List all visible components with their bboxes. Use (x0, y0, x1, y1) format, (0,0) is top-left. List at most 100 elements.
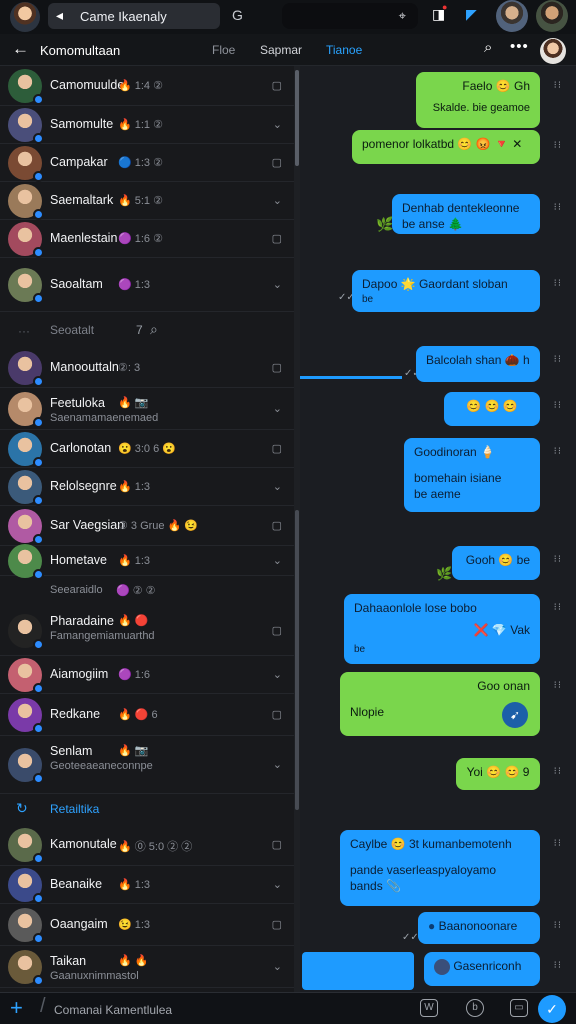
avatar[interactable] (8, 69, 44, 105)
search-icon[interactable]: ⌕ (484, 39, 492, 56)
message-menu-icon[interactable]: ⁝⁝ (554, 680, 562, 691)
chat-icon[interactable]: ▢ (272, 838, 282, 851)
contact-row[interactable]: Hometave 🔥 1:3 ⌄ (0, 544, 294, 580)
play-icon[interactable]: ➹ (502, 702, 528, 728)
avatar[interactable] (8, 146, 44, 182)
scrollbar-thumb[interactable] (295, 510, 299, 810)
message-bubble[interactable]: 😊 😊 😊 (444, 392, 540, 426)
message-bubble[interactable]: ● Baanonoonare (418, 912, 540, 944)
avatar[interactable] (8, 268, 44, 304)
message-menu-icon[interactable]: ⁝⁝ (554, 140, 562, 151)
message-input[interactable]: Comanai Kamentlulea (54, 1003, 172, 1017)
message-menu-icon[interactable]: ⁝⁝ (554, 278, 562, 289)
avatar[interactable] (8, 748, 44, 784)
chat-icon[interactable]: ▢ (272, 918, 282, 931)
friend-avatar[interactable] (536, 0, 568, 32)
avatar[interactable] (8, 544, 44, 580)
message-menu-icon[interactable]: ⁝⁝ (554, 354, 562, 365)
contact-row[interactable]: Carlonotan 😮 3:0 6 😮 ▢ (0, 430, 294, 468)
avatar[interactable] (540, 38, 566, 64)
contact-row[interactable]: Redkane 🔥 🔴 6 ▢ (0, 694, 294, 736)
message-bubble[interactable]: Goodinoran 🍦 bomehain isiane be aeme (404, 438, 540, 512)
send-button[interactable]: ✓ (538, 995, 566, 1023)
avatar[interactable] (8, 351, 44, 387)
add-icon[interactable]: + (10, 995, 23, 1021)
message-bubble[interactable]: Caylbe 😊 3t kumanbemotenh pande vaserlea… (340, 830, 540, 906)
media-placeholder[interactable] (302, 952, 414, 990)
contact-row[interactable]: Kamonutale 🔥 ⓪ 5:0 ② ② ▢ (0, 824, 294, 866)
chat-icon[interactable]: ▢ (272, 708, 282, 721)
chat-icon[interactable]: ▢ (272, 361, 282, 374)
avatar[interactable] (8, 392, 44, 428)
chevron-down-icon[interactable]: ⌄ (273, 118, 282, 131)
message-menu-icon[interactable]: ⁝⁝ (554, 554, 562, 565)
message-bubble[interactable]: Gooh 😊 be (452, 546, 540, 580)
message-menu-icon[interactable]: ⁝⁝ (554, 960, 562, 971)
contact-row[interactable]: Sar Vaegsian ③ 3 Grue 🔥 😉 ▢ (0, 506, 294, 546)
avatar[interactable] (8, 184, 44, 220)
chat-icon[interactable]: ▢ (272, 624, 282, 637)
back-icon[interactable]: ◂ (56, 7, 63, 24)
avatar[interactable] (8, 950, 44, 986)
avatar[interactable] (8, 614, 44, 650)
g-icon[interactable]: G (232, 7, 243, 23)
avatar[interactable] (8, 908, 44, 944)
search-pill[interactable]: ⌖ (282, 3, 418, 29)
more-icon[interactable]: ••• (510, 38, 529, 55)
chevron-down-icon[interactable]: ⌄ (273, 402, 282, 415)
emoji-icon[interactable]: b (466, 999, 484, 1017)
contact-row[interactable]: Beanaike 🔥 1:3 ⌄ (0, 866, 294, 904)
tab-tianoe[interactable]: Tianoe (326, 43, 362, 57)
gif-icon[interactable]: ▭ (510, 999, 528, 1017)
contact-row[interactable]: Relolsegnre 🔥 1:3 ⌄ (0, 468, 294, 506)
contact-row[interactable]: Pharadaine 🔥 🔴 Famangemiamuarthd ▢ (0, 606, 294, 656)
pin-icon[interactable]: ⌖ (399, 8, 406, 24)
contact-row[interactable]: Manoouttaln ②: 3 ▢ (0, 348, 294, 388)
chevron-down-icon[interactable]: ⌄ (273, 960, 282, 973)
chat-icon[interactable]: ▢ (272, 232, 282, 245)
message-menu-icon[interactable]: ⁝⁝ (554, 838, 562, 849)
avatar[interactable] (8, 698, 44, 734)
contact-row[interactable]: Campakar 🔵 1:3 ② ▢ (0, 144, 294, 182)
avatar[interactable] (8, 509, 44, 545)
chevron-down-icon[interactable]: ⌄ (273, 758, 282, 771)
chat-icon[interactable]: ▢ (272, 442, 282, 455)
tab-sapmar[interactable]: Sapmar (260, 43, 302, 57)
contact-row[interactable]: Feetuloka 🔥 📷 Saenamamaenemaed ⌄ (0, 388, 294, 430)
contact-row[interactable]: Senlam 🔥 📷 Geoteeaeaneconnpe ⌄ (0, 736, 294, 794)
message-bubble[interactable]: pomenor lolkatbd 😊 😡 🔻 ✕ (352, 130, 540, 164)
contact-row[interactable]: Saemaltark 🔥 5:1 ② ⌄ (0, 182, 294, 220)
contact-row[interactable]: Taikan 🔥 🔥 Gaanuxnimmastol ⌄ (0, 946, 294, 988)
bookmark-icon[interactable]: ◤ (466, 6, 477, 23)
message-bubble[interactable]: Dahaaonlole lose bobo ❌ 💎 Vak be (344, 594, 540, 664)
message-bubble[interactable]: Faelo 😊 Gh Skalde. bie geamoe (416, 72, 540, 128)
message-menu-icon[interactable]: ⁝⁝ (554, 920, 562, 931)
sticker-icon[interactable]: W (420, 999, 438, 1017)
avatar[interactable] (8, 658, 44, 694)
avatar[interactable] (8, 108, 44, 144)
scrollbar-thumb[interactable] (295, 70, 299, 166)
avatar[interactable] (8, 828, 44, 864)
message-bubble[interactable]: Dapoo 🌟 Gaordant sloban be (352, 270, 540, 312)
contact-row[interactable]: Maenlestain 🟣 1:6 ② ▢ (0, 220, 294, 258)
avatar[interactable] (10, 2, 40, 32)
chevron-down-icon[interactable]: ⌄ (273, 194, 282, 207)
message-bubble[interactable]: Balcolah shan 🌰 h (416, 346, 540, 382)
chat-icon[interactable]: ▢ (272, 156, 282, 169)
contact-row[interactable]: Camomuulde 🔥 1:4 ② ▢ (0, 66, 294, 106)
avatar[interactable] (8, 470, 44, 506)
contact-row[interactable]: Saoaltam 🟣 1:3 ⌄ (0, 258, 294, 312)
top-search-field[interactable]: ◂ Came Ikaenaly (48, 3, 220, 29)
message-bubble[interactable]: Gasenriconh (424, 952, 540, 986)
chevron-down-icon[interactable]: ⌄ (273, 278, 282, 291)
chevron-down-icon[interactable]: ⌄ (273, 668, 282, 681)
search-icon[interactable]: ⌕ (150, 321, 158, 338)
message-menu-icon[interactable]: ⁝⁝ (554, 80, 562, 91)
message-menu-icon[interactable]: ⁝⁝ (554, 602, 562, 613)
chevron-down-icon[interactable]: ⌄ (273, 554, 282, 567)
contact-row[interactable]: Aiamogiim 🟣 1:6 ⌄ (0, 656, 294, 694)
refresh-icon[interactable]: ↻ (16, 800, 28, 817)
message-menu-icon[interactable]: ⁝⁝ (554, 446, 562, 457)
section-label[interactable]: Retailtika (50, 802, 99, 816)
chevron-down-icon[interactable]: ⌄ (273, 480, 282, 493)
